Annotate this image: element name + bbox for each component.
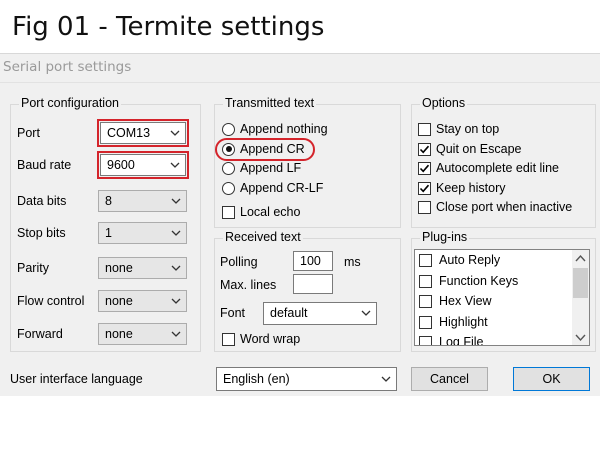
port-configuration-label: Port configuration: [19, 96, 121, 110]
append-option-radio[interactable]: [222, 181, 235, 195]
plugin-checkbox[interactable]: [419, 254, 432, 267]
polling-unit: ms: [344, 255, 361, 269]
append-option-label: Append CR-LF: [240, 180, 324, 195]
font-label: Font: [220, 306, 246, 320]
max-lines-label: Max. lines: [220, 278, 277, 292]
chevron-down-icon: [171, 298, 181, 304]
append-option-radio[interactable]: [222, 123, 235, 136]
polling-value: 100: [300, 254, 321, 268]
radio-selected-dot: [225, 146, 232, 152]
plugin-checkbox[interactable]: [419, 295, 432, 308]
port-config-select-value: none: [105, 327, 133, 341]
append-option-label: Append CR: [240, 141, 305, 156]
port-config-select[interactable]: none: [98, 323, 187, 345]
word-wrap-checkbox[interactable]: [222, 333, 235, 346]
port-config-select-value: COM13: [107, 126, 151, 140]
append-option-radio[interactable]: [222, 162, 235, 175]
font-select-value: default: [270, 306, 308, 320]
checkmark-icon: [419, 145, 430, 154]
plugins-scrollbar[interactable]: [572, 250, 589, 345]
polling-input[interactable]: 100: [293, 251, 333, 271]
port-config-select[interactable]: COM13: [100, 122, 186, 144]
port-config-select[interactable]: none: [98, 257, 187, 279]
ok-button[interactable]: OK: [513, 367, 590, 391]
port-config-select-value: 9600: [107, 158, 135, 172]
port-config-select-value: none: [105, 261, 133, 275]
option-label: Stay on top: [436, 122, 500, 136]
word-wrap-label: Word wrap: [240, 332, 301, 346]
chevron-down-icon: [171, 265, 181, 271]
chevron-down-icon: [171, 331, 181, 337]
port-config-select[interactable]: 8: [98, 190, 187, 212]
option-label: Autocomplete edit line: [436, 161, 559, 176]
chevron-down-icon: [361, 310, 371, 316]
port-config-row-label: Flow control: [17, 294, 85, 308]
checkmark-icon: [419, 164, 430, 173]
plugin-label: Function Keys: [439, 273, 519, 288]
option-label: Keep history: [436, 180, 506, 195]
append-option-label: Append nothing: [240, 122, 328, 136]
checkmark-icon: [419, 184, 430, 193]
plugin-label: Log File: [439, 335, 484, 346]
chevron-up-icon[interactable]: [575, 254, 586, 262]
font-select[interactable]: default: [263, 302, 377, 325]
plugins-list[interactable]: Auto Reply Function Keys Hex View Highlight…: [414, 249, 590, 346]
chevron-down-icon: [170, 162, 180, 168]
language-label: User interface language: [10, 372, 143, 386]
plugins-label: Plug-ins: [420, 230, 470, 244]
plugin-label: Hex View: [439, 294, 492, 308]
cancel-button[interactable]: Cancel: [411, 367, 488, 391]
append-option-label: Append LF: [240, 161, 302, 175]
port-config-select-value: none: [105, 294, 133, 308]
port-config-row-label: Baud rate: [17, 158, 72, 172]
figure-title: Fig 01 - Termite settings: [12, 12, 325, 42]
port-config-row-label: Parity: [17, 261, 49, 275]
local-echo-checkbox[interactable]: [222, 206, 235, 219]
port-config-select[interactable]: 1: [98, 222, 187, 244]
transmitted-text-label: Transmitted text: [223, 96, 317, 110]
append-option-radio[interactable]: [222, 142, 235, 156]
chevron-down-icon: [171, 198, 181, 204]
chevron-down-icon: [170, 130, 180, 136]
option-label: Quit on Escape: [436, 141, 522, 156]
port-config-row-label: Forward: [17, 327, 63, 341]
chevron-down-icon: [381, 376, 391, 382]
received-text-label: Received text: [223, 230, 303, 244]
port-config-row-label: Data bits: [17, 194, 67, 208]
window-title: Serial port settings: [3, 59, 132, 75]
port-config-row-label: Port: [17, 126, 40, 140]
option-checkbox[interactable]: [418, 142, 431, 156]
port-config-select-value: 8: [105, 194, 112, 208]
port-config-select-value: 1: [105, 226, 112, 240]
option-checkbox[interactable]: [418, 181, 431, 195]
plugin-label: Highlight: [439, 314, 488, 329]
plugin-checkbox[interactable]: [419, 336, 432, 345]
port-config-select[interactable]: none: [98, 290, 187, 312]
option-label: Close port when inactive: [436, 200, 573, 215]
polling-label: Polling: [220, 255, 258, 269]
plugin-checkbox[interactable]: [419, 315, 432, 329]
port-config-select[interactable]: 9600: [100, 154, 186, 176]
option-checkbox[interactable]: [418, 201, 431, 215]
language-select[interactable]: English (en): [216, 367, 397, 391]
chevron-down-icon[interactable]: [575, 334, 586, 342]
chevron-down-icon: [171, 230, 181, 236]
titlebar-divider: [0, 82, 600, 83]
plugin-label: Auto Reply: [439, 253, 501, 267]
plugin-checkbox[interactable]: [419, 274, 432, 288]
option-checkbox[interactable]: [418, 162, 431, 176]
scrollbar-thumb[interactable]: [573, 268, 588, 298]
settings-window: Serial port settings Port configuration …: [0, 53, 600, 396]
option-checkbox[interactable]: [418, 123, 431, 136]
port-config-row-label: Stop bits: [17, 226, 66, 240]
max-lines-input[interactable]: [293, 274, 333, 294]
options-label: Options: [420, 96, 468, 110]
local-echo-label: Local echo: [240, 205, 301, 219]
language-select-value: English (en): [223, 372, 290, 386]
